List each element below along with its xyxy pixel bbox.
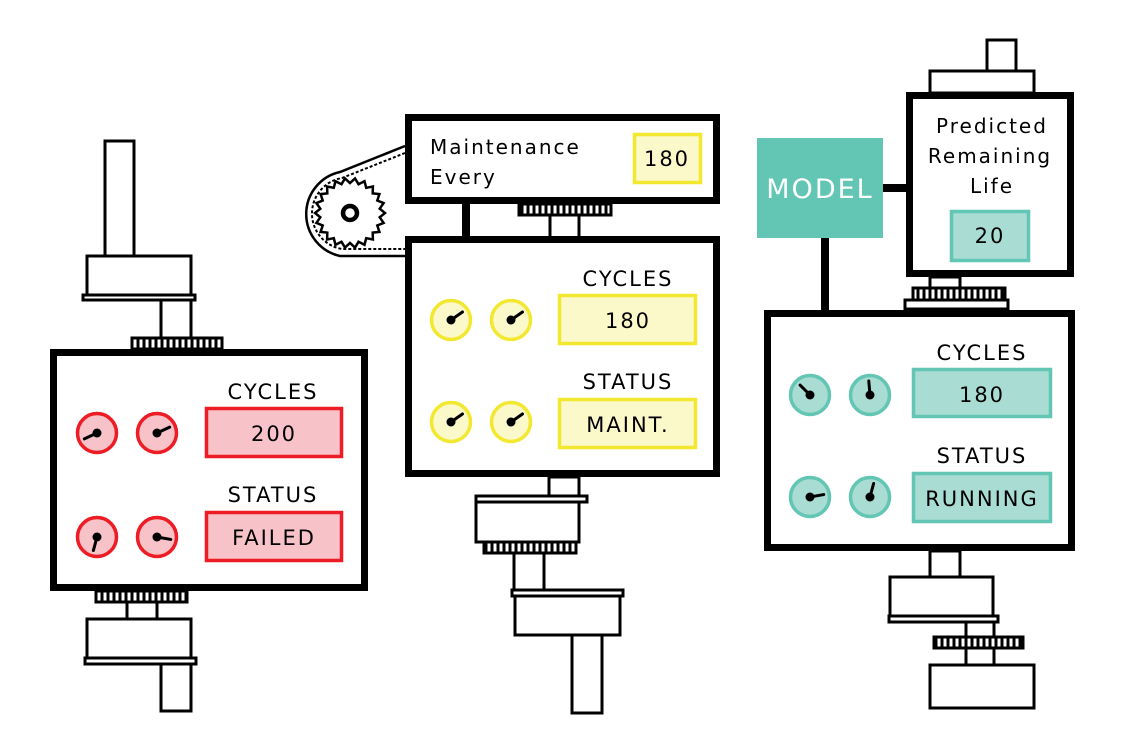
machine-2-gauge-3-hub [446,417,456,427]
m3-bottom-gear [932,635,1025,650]
prediction-label-line2: Remaining [928,144,1052,168]
machine-1-gauge-1-hub [92,428,102,438]
machine-3-status-label: STATUS [937,444,1028,468]
m2-housing-1 [474,500,581,544]
machine-3-gauge-2-hub [865,390,875,400]
m2-housing-2 [513,594,622,637]
machine-2-cycles-value: 180 [605,309,651,333]
maintenance-label-line1: Maintenance [430,135,581,159]
m2-top-shaft [548,213,581,240]
m1-upper-shaft [159,298,193,342]
machine-2-gauge-4-hub [506,417,516,427]
m1-top-gear [130,336,224,351]
machine-3-cycles-label: CYCLES [937,341,1028,365]
machine-2-status-value: MAINT. [586,413,669,437]
machine-3-status-value: RUNNING [925,487,1039,511]
diagram-canvas: CYCLES 200 STATUS FAILED CYCLES 180 STAT… [50,38,1075,715]
prediction-label-line3: Life [970,174,1014,198]
pulley-hub [340,203,360,223]
predictive-maintenance-diagram: CYCLES 200 STATUS FAILED CYCLES 180 STAT… [0,0,1126,751]
m3-bottom-housing [888,575,995,618]
machine-3-gauge-3-hub [805,492,815,502]
model-to-machine-connector [821,238,829,312]
m1-lower-shaft [125,600,159,621]
m3-lower-shaft [928,549,962,579]
maintenance-label-line2: Every [430,165,497,189]
m1-bottom-shaft [159,662,193,713]
model-label: MODEL [766,174,873,205]
machine-1-status-label: STATUS [228,483,319,507]
m2-bottom-shaft [570,633,604,715]
m2-top-gear [517,202,613,217]
machine-3-gauge-4-hub [865,492,875,502]
m1-bottom-housing [85,617,193,660]
machine-1-gauge-4-hub [152,532,162,542]
machine-3-gauge-1-hub [805,390,815,400]
machine-1-status-value: FAILED [232,526,316,550]
m2-upper-shaft [547,475,581,499]
m2-bottom-gear [482,540,578,555]
prediction-label-line1: Predicted [936,114,1048,138]
m3-top-flange [903,298,1010,311]
m1-top-shaft [103,139,136,258]
machine-2-gauge-2-hub [506,315,516,325]
machine-1-cycles-label: CYCLES [228,380,319,404]
m1-bottom-gear [94,589,189,604]
m3-top-shaft [985,38,1018,73]
m3-base [928,663,1036,710]
m2-middle-shaft [512,551,546,593]
remaining-life-value: 20 [975,224,1006,248]
m3-top-gear [911,286,1007,302]
m3-top-housing [928,69,1036,95]
machine-2-gauge-1-hub [446,315,456,325]
machine-2-cycles-label: CYCLES [583,267,674,291]
model-to-prediction-connector [883,184,906,192]
m1-top-housing [85,254,193,297]
machine-2-status-label: STATUS [583,370,674,394]
maintenance-interval-value: 180 [644,147,690,171]
machine-1-gauge-2-hub [152,428,162,438]
machine-1-cycles-value: 200 [251,422,297,446]
machine-1-gauge-3-hub [92,532,102,542]
maintenance-connector [462,204,470,238]
machine-3-cycles-value: 180 [959,383,1005,407]
